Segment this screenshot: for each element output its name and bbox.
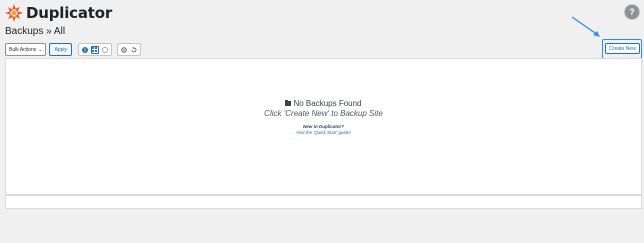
chevron-down-icon: ⌄ [38,46,43,53]
empty-title-text: No Backups Found [293,99,362,108]
grid-icon[interactable] [90,45,99,54]
settings-icon-group [116,43,141,56]
quick-start-link[interactable]: Visit the 'Quick Start' guide! [6,130,641,135]
bulk-actions-select[interactable]: Bulk Actions ⌄ [5,43,47,56]
toolbar: Bulk Actions ⌄ Apply [5,43,146,56]
logo-icon [5,4,23,22]
dollar-icon[interactable] [101,46,109,54]
view-icon-group [77,43,112,56]
empty-title: No Backups Found [6,99,641,108]
bulk-actions-label: Bulk Actions [9,46,37,53]
table-footer [5,195,642,209]
logo-text: Duplicator [26,4,113,22]
table-header [5,58,642,72]
duplicator-logo: Duplicator [5,3,112,23]
apply-button[interactable]: Apply [49,43,72,56]
callout-arrow-icon [571,16,600,37]
empty-state: No Backups Found Click 'Create New' to B… [6,99,641,135]
page-title: Backups » All [5,26,66,37]
info-circle-icon[interactable] [81,46,89,54]
backups-table-body: No Backups Found Click 'Create New' to B… [5,71,642,195]
history-icon[interactable] [130,46,138,54]
empty-subtitle: Click 'Create New' to Backup Site [264,109,383,118]
create-new-button[interactable]: Create New [605,43,640,54]
new-to-duplicator-text: New to Duplicator? [302,124,344,129]
archive-icon [285,100,292,106]
help-symbol: ? [629,7,635,17]
help-icon[interactable]: ? [625,5,639,19]
gear-icon[interactable] [120,46,128,54]
